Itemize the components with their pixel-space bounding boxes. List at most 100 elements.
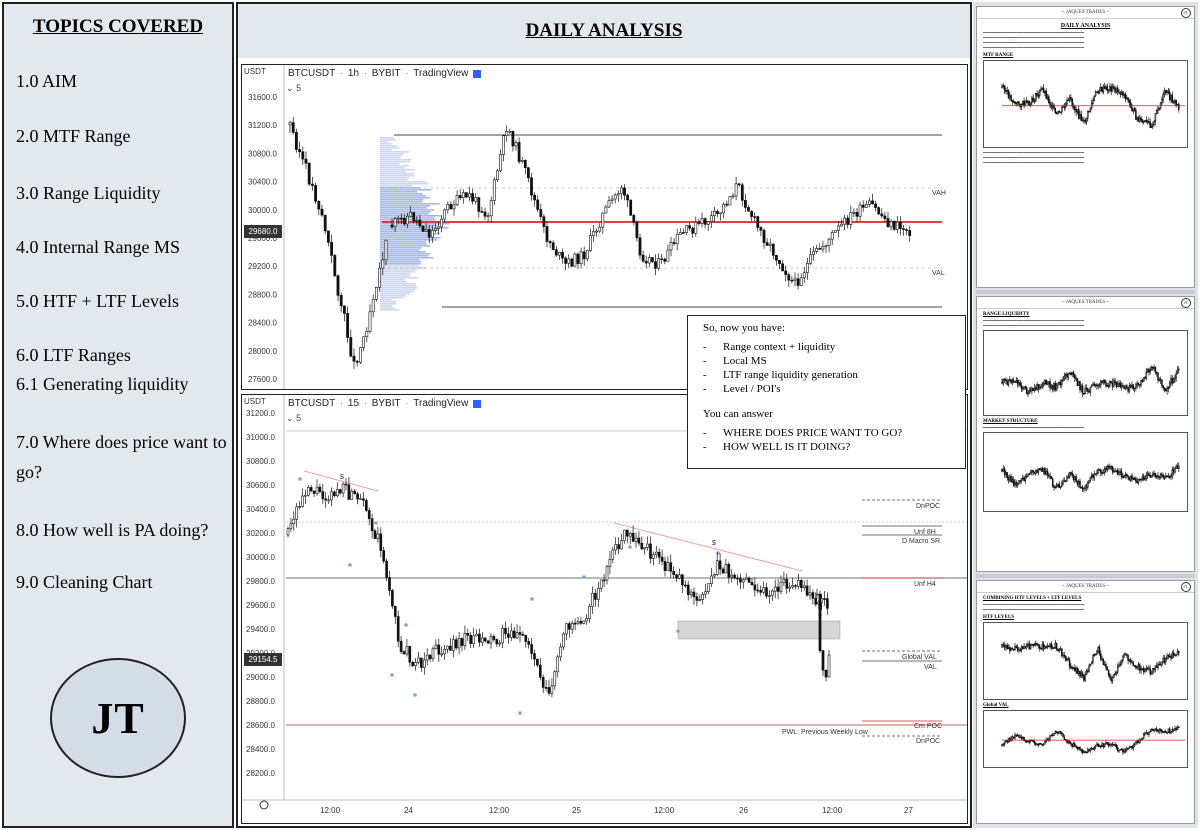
thumb-chart-canvas [1001,639,1180,684]
candle-body [1101,472,1103,475]
liquidity-marker: $ [712,540,716,547]
topic-item[interactable]: 1.0 AIM [16,66,232,96]
candle-body [321,491,325,500]
candle-body [812,251,815,255]
candle-body [1035,470,1037,474]
candle-body [788,586,792,589]
jt-logo-icon: JT [1181,298,1191,308]
candle-body [452,204,456,210]
candle-body [1074,667,1076,672]
indicator-toggle[interactable]: ⌄ 5 [286,413,301,424]
candle-body [330,242,334,256]
swing-point-marker [582,575,586,579]
candle-body [773,586,777,592]
candle-body [1085,485,1088,488]
candle-body [1083,751,1085,754]
candle-body [417,657,420,663]
y-tick-label: 30800.0 [248,149,277,158]
candle-body [1101,380,1103,384]
candle-body [858,204,862,217]
candle-body [685,225,688,234]
candle-body [443,209,447,220]
candle-body [440,653,444,656]
candle-body [1133,387,1136,390]
candle-body [638,237,642,256]
topic-item[interactable]: 3.0 Range Liquidity [16,178,232,208]
topic-item[interactable]: 4.0 Internal Range MS [16,232,232,262]
candle-body [1178,650,1180,654]
topic-item[interactable]: 2.0 MTF Range [16,121,232,151]
page-thumbnails[interactable]: ~ JAQUES TRADES ~ JT DAILY ANALYSIS ━━━━━… [973,2,1198,828]
candle-body [1159,379,1162,382]
candle-body [1129,659,1132,663]
swing-point-marker [374,521,378,525]
candle-body [1120,748,1123,751]
candle-body [1070,97,1072,100]
thumbnail-page-1[interactable]: ~ JAQUES TRADES ~ JT DAILY ANALYSIS ━━━━━… [976,6,1195,288]
candle-body [517,142,521,162]
thumbnail-page-2[interactable]: ~ JAQUES TRADES ~ JT RANGE LIQUIDITY ━━━━… [976,296,1195,572]
topic-item[interactable]: 6.1 Generating liquidity [16,369,232,399]
candle-body [471,193,474,202]
candle-body [1174,377,1176,381]
candle-body [1003,741,1006,745]
thumb-chart-canvas [1001,462,1180,493]
topic-item[interactable]: 7.0 Where does price want to go? [16,427,232,487]
candle-body [1068,659,1071,667]
volume-profile-bar [380,175,415,177]
candle-body [1123,750,1125,753]
candle-body [346,313,350,338]
candle-body [646,543,649,548]
candle-body [449,645,452,651]
notes-item: Range context + liquidity [703,340,950,354]
candle-body [1136,382,1138,386]
candle-body [799,580,803,588]
candle-body [1159,664,1162,666]
candle-body [1002,644,1005,647]
price-badge: 29680.0 [244,225,282,238]
candle-body [465,192,468,198]
candle-body [1171,378,1174,384]
candle-body [681,574,684,586]
candle-body [1094,91,1097,97]
candle-body [1119,663,1122,666]
candle-body [454,639,458,649]
candle-body [877,207,881,215]
topic-item[interactable]: 9.0 Cleaning Chart [16,567,232,597]
candle-body [1080,385,1083,391]
symbol-header[interactable]: BTCUSDT · 15 · BYBIT · TradingView [288,398,482,409]
thumb-header: ~ JAQUES TRADES ~ JT [977,297,1194,309]
candle-body [1123,475,1125,478]
candle-body [1101,743,1103,748]
candle-body [683,584,687,587]
topic-item[interactable]: 5.0 HTF + LTF Levels [16,286,232,316]
candle-body [1133,665,1136,667]
candle-body [573,253,577,267]
candle-body [1077,670,1080,674]
candle-body [1090,385,1093,388]
thumbnail-page-3[interactable]: ~ JAQUES TRADES ~ JT COMBINING HTF LEVELS… [976,580,1195,824]
candle-body [654,261,657,269]
candle-body [1076,746,1079,749]
candle-body [1162,474,1164,478]
candle-body [1077,109,1080,119]
answer-item: HOW WELL IS IT DOING? [703,440,950,454]
y-tick-label: 27600.0 [248,375,277,384]
symbol-header[interactable]: BTCUSDT · 1h · BYBIT · TradingView [288,68,482,79]
candle-body [339,295,343,307]
candle-body [1006,740,1008,743]
indicator-toggle[interactable]: ⌄ 5 [286,83,301,94]
candle-body [1051,734,1054,737]
candle-body [378,267,382,288]
candle-body [1135,666,1137,669]
topic-item[interactable]: 8.0 How well is PA doing? [16,515,232,545]
candle-body [1038,645,1041,649]
swing-point-marker [404,623,408,627]
candle-body [420,657,423,668]
candle-body [336,275,340,296]
candle-body [1176,726,1179,730]
candle-body [1140,117,1142,121]
topic-item[interactable]: 6.0 LTF Ranges [16,340,232,370]
candle-body [628,533,632,537]
candle-body [1133,743,1136,746]
